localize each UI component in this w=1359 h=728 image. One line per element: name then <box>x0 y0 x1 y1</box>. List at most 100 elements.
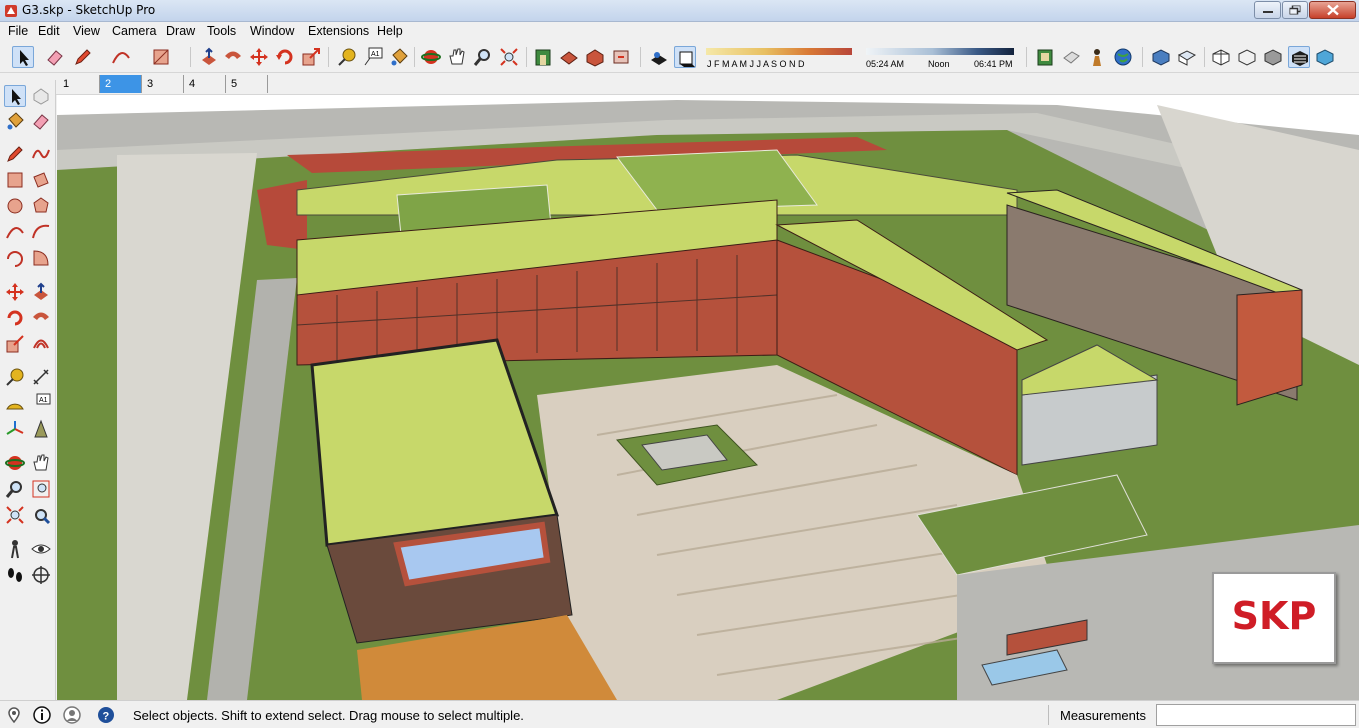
geo-location-status-icon[interactable] <box>5 706 23 724</box>
text-tool-button[interactable]: A1 <box>362 46 384 68</box>
lt-previous-view-button[interactable] <box>30 504 52 526</box>
scene-tab-2[interactable]: 2 <box>100 75 142 93</box>
orbit-tool-button[interactable] <box>420 46 442 68</box>
shadow-time-slider[interactable] <box>866 48 1014 55</box>
lt-push-pull-button[interactable] <box>30 281 52 303</box>
lt-offset-button[interactable] <box>30 333 52 355</box>
instructor-help-icon[interactable]: ? <box>97 706 115 724</box>
rotate-tool-button[interactable] <box>274 46 296 68</box>
menu-window[interactable]: Window <box>250 24 294 38</box>
share-component-button[interactable] <box>610 46 632 68</box>
shadow-settings-button[interactable] <box>674 46 696 68</box>
lt-pan-button[interactable] <box>30 452 52 474</box>
shaded-textures-style-button[interactable] <box>1288 46 1310 68</box>
lt-position-camera-button[interactable] <box>4 538 26 560</box>
line-tool-button[interactable] <box>72 46 94 68</box>
geo-location-button[interactable] <box>1112 46 1134 68</box>
shadow-time-start: 05:24 AM <box>866 59 905 69</box>
measurements-input[interactable] <box>1156 704 1356 726</box>
lt-look-around-button[interactable] <box>30 538 52 560</box>
zoom-extents-tool-button[interactable] <box>498 46 520 68</box>
paint-bucket-tool-button[interactable] <box>388 46 410 68</box>
menu-tools[interactable]: Tools <box>207 24 236 38</box>
warehouse-button[interactable] <box>532 46 554 68</box>
push-pull-tool-button[interactable] <box>198 46 220 68</box>
lt-line-button[interactable] <box>4 143 26 165</box>
tape-measure-tool-button[interactable] <box>336 46 358 68</box>
iso-view-button[interactable] <box>1150 46 1172 68</box>
lt-make-component-button[interactable] <box>30 85 52 107</box>
lt-3d-text-button[interactable] <box>30 418 52 440</box>
look-around-button[interactable] <box>1086 46 1108 68</box>
menu-file[interactable]: File <box>8 24 28 38</box>
close-button[interactable] <box>1309 1 1356 19</box>
lt-select-button[interactable] <box>4 85 26 107</box>
menu-view[interactable]: View <box>73 24 100 38</box>
lt-scale-button[interactable] <box>4 333 26 355</box>
lt-text-button[interactable]: A1 <box>30 392 52 414</box>
arc-tool-button[interactable] <box>110 46 132 68</box>
top-view-button[interactable] <box>1176 46 1198 68</box>
menu-extensions[interactable]: Extensions <box>308 24 369 38</box>
lt-move-button[interactable] <box>4 281 26 303</box>
lt-rectangle-button[interactable] <box>4 169 26 191</box>
scale-tool-button[interactable] <box>300 46 322 68</box>
lt-axes-button[interactable] <box>4 418 26 440</box>
share-model-button[interactable] <box>558 46 580 68</box>
minimize-button[interactable] <box>1254 1 1281 19</box>
lt-freehand-button[interactable] <box>30 143 52 165</box>
scene-tab-1[interactable]: 1 <box>58 75 100 93</box>
lt-dimension-button[interactable] <box>30 366 52 388</box>
scene-tab-5[interactable]: 5 <box>226 75 268 93</box>
follow-me-tool-button[interactable] <box>222 46 244 68</box>
eraser-tool-button[interactable] <box>44 46 66 68</box>
user-account-icon[interactable] <box>63 706 81 724</box>
lt-rotate-button[interactable] <box>4 307 26 329</box>
wireframe-style-button[interactable] <box>1236 46 1258 68</box>
lt-protractor-button[interactable] <box>4 392 26 414</box>
lt-zoom-window-button[interactable] <box>30 478 52 500</box>
select-tool-button[interactable] <box>12 46 34 68</box>
lt-paint-bucket-button[interactable] <box>4 110 26 132</box>
svg-text:?: ? <box>103 711 110 723</box>
zoom-tool-button[interactable] <box>472 46 494 68</box>
lt-section-plane-button[interactable] <box>30 564 52 586</box>
lt-polygon-button[interactable] <box>30 195 52 217</box>
shadow-month-slider[interactable] <box>706 48 852 55</box>
model-viewport[interactable]: SKP <box>57 95 1359 700</box>
xray-style-button[interactable] <box>1210 46 1232 68</box>
rectangle-tool-button[interactable] <box>150 46 172 68</box>
move-tool-button[interactable] <box>248 46 270 68</box>
lt-walk-button[interactable] <box>4 564 26 586</box>
position-camera-button[interactable] <box>1034 46 1056 68</box>
lt-follow-me-button[interactable] <box>30 307 52 329</box>
scene-tab-4[interactable]: 4 <box>184 75 226 93</box>
lt-3point-arc-button[interactable] <box>4 247 26 269</box>
pan-tool-button[interactable] <box>446 46 468 68</box>
shadows-toggle-button[interactable] <box>648 46 670 68</box>
lt-zoom-button[interactable] <box>4 478 26 500</box>
walk-tool-button[interactable] <box>1060 46 1082 68</box>
lt-circle-button[interactable] <box>4 195 26 217</box>
lt-rotated-rectangle-button[interactable] <box>30 169 52 191</box>
lt-zoom-extents-button[interactable] <box>4 504 26 526</box>
credits-info-icon[interactable] <box>33 706 51 724</box>
shaded-style-button[interactable] <box>1262 46 1284 68</box>
lt-eraser-button[interactable] <box>30 110 52 132</box>
move-icon <box>250 48 268 66</box>
lt-2point-arc-button[interactable] <box>30 221 52 243</box>
globe-icon <box>1114 48 1132 66</box>
toolbar-separator <box>526 47 527 67</box>
menu-camera[interactable]: Camera <box>112 24 156 38</box>
maximize-button[interactable] <box>1282 1 1308 19</box>
menu-help[interactable]: Help <box>377 24 403 38</box>
monochrome-style-button[interactable] <box>1314 46 1336 68</box>
lt-orbit-button[interactable] <box>4 452 26 474</box>
lt-tape-measure-button[interactable] <box>4 366 26 388</box>
scene-tab-3[interactable]: 3 <box>142 75 184 93</box>
extension-warehouse-button[interactable] <box>584 46 606 68</box>
menu-edit[interactable]: Edit <box>38 24 60 38</box>
lt-arc-button[interactable] <box>4 221 26 243</box>
lt-pie-button[interactable] <box>30 247 52 269</box>
menu-draw[interactable]: Draw <box>166 24 195 38</box>
